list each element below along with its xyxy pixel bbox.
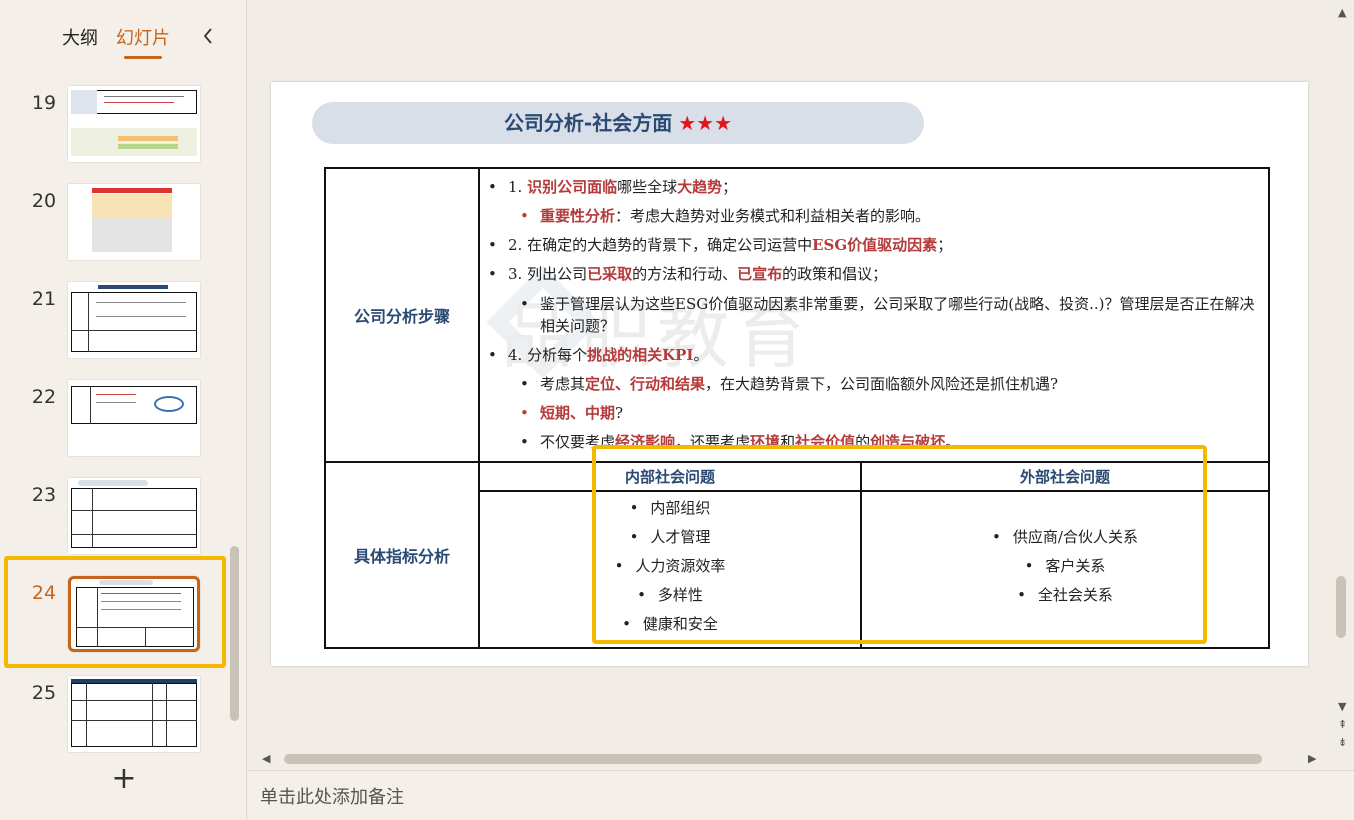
step-3-sub: 鉴于管理层认为这些ESG价值驱动因素非常重要，公司采取了哪些行动(战略、投资..… <box>488 289 1260 341</box>
plus-icon: + <box>111 761 137 796</box>
slide-thumbnail-24[interactable]: 24 <box>0 576 230 656</box>
add-slide-button[interactable]: + <box>110 764 138 796</box>
slide-thumbnail-pane: 大纲 幻灯片 19 20 21 22 23 24 25 + <box>0 0 247 820</box>
external-issues-header: 外部社会问题 <box>860 461 1270 492</box>
external-issues-list[interactable]: 供应商/合伙人关系 客户关系 全社会关系 <box>860 490 1270 649</box>
next-slide-button[interactable]: ⇟ <box>1338 736 1347 749</box>
view-tabs: 大纲 幻灯片 <box>62 24 170 60</box>
slide-thumbnail-22[interactable]: 22 <box>0 380 230 460</box>
tab-outline[interactable]: 大纲 <box>62 24 98 60</box>
step-4-sub-1: 考虑其定位、行动和结果，在大趋势背景下，公司面临额外风险还是抓住机遇? <box>488 370 1260 399</box>
previous-slide-button[interactable]: ⇞ <box>1338 718 1347 731</box>
step-2: 2. 在确定的大趋势的背景下，确定公司运营中ESG价值驱动因素； <box>488 231 1260 260</box>
slide-number: 20 <box>31 190 57 212</box>
step-4: 4. 分析每个挑战的相关KPI。 <box>488 341 1260 370</box>
row-label-indicators: 具体指标分析 <box>324 461 480 649</box>
slide-thumbnail-20[interactable]: 20 <box>0 184 230 264</box>
slide-title-text: 公司分析-社会方面 <box>503 111 673 135</box>
list-item: 健康和安全 <box>480 610 860 639</box>
scroll-right-arrow[interactable]: ▶ <box>1308 752 1316 765</box>
slide-canvas[interactable]: 品职教育 公司分析-社会方面★★★ 公司分析步骤 1. 识别公司面临哪些全球大趋… <box>271 82 1308 666</box>
slide-preview[interactable] <box>68 576 200 652</box>
slide-number: 19 <box>31 92 57 114</box>
row-label-steps: 公司分析步骤 <box>324 167 480 463</box>
analysis-table[interactable]: 公司分析步骤 1. 识别公司面临哪些全球大趋势； 重要性分析：考虑大趋势对业务模… <box>324 167 1270 649</box>
list-item: 全社会关系 <box>862 581 1268 610</box>
scroll-up-arrow[interactable]: ▲ <box>1338 6 1346 19</box>
list-item: 客户关系 <box>862 552 1268 581</box>
step-4-sub-3: 不仅要考虑经济影响，还要考虑环境和社会价值的创造与破坏。 <box>488 428 1260 457</box>
chevron-left-icon <box>203 28 212 44</box>
slide-preview[interactable] <box>68 478 200 554</box>
slide-thumbnail-21[interactable]: 21 <box>0 282 230 362</box>
slide-preview[interactable] <box>68 380 200 456</box>
notes-placeholder[interactable]: 单击此处添加备注 <box>260 783 404 809</box>
internal-issues-header: 内部社会问题 <box>478 461 862 492</box>
star-rating: ★★★ <box>678 111 733 135</box>
list-item: 供应商/合伙人关系 <box>862 523 1268 552</box>
slide-thumbnail-25[interactable]: 25 <box>0 676 230 756</box>
collapse-pane-button[interactable] <box>200 26 220 50</box>
internal-issues-list[interactable]: 内部组织 人才管理 人力资源效率 多样性 健康和安全 <box>478 490 862 649</box>
horizontal-scrollbar[interactable] <box>284 754 1262 764</box>
scroll-left-arrow[interactable]: ◀ <box>262 752 270 765</box>
tab-slides[interactable]: 幻灯片 <box>116 24 170 60</box>
step-1: 1. 识别公司面临哪些全球大趋势； <box>488 173 1260 202</box>
notes-pane[interactable]: 单击此处添加备注 <box>248 770 1354 820</box>
step-3: 3. 列出公司已采取的方法和行动、已宣布的政策和倡议； <box>488 260 1260 289</box>
slide-thumbnail-23[interactable]: 23 <box>0 478 230 558</box>
vertical-scrollbar[interactable] <box>1336 576 1346 638</box>
scroll-down-arrow[interactable]: ▼ <box>1338 700 1346 713</box>
slide-preview[interactable] <box>68 282 200 358</box>
slide-number: 25 <box>31 682 57 704</box>
slide-number: 23 <box>31 484 57 506</box>
list-item: 多样性 <box>480 581 860 610</box>
slide-number: 22 <box>31 386 57 408</box>
slide-number: 21 <box>31 288 57 310</box>
slide-preview[interactable] <box>68 184 200 260</box>
slide-thumbnail-19[interactable]: 19 <box>0 86 230 166</box>
step-4-sub-2: 短期、中期? <box>488 399 1260 428</box>
list-item: 人才管理 <box>480 523 860 552</box>
slide-preview[interactable] <box>68 86 200 162</box>
step-1-sub: 重要性分析：考虑大趋势对业务模式和利益相关者的影响。 <box>488 202 1260 231</box>
thumbnail-scrollbar[interactable] <box>230 546 239 721</box>
slide-title[interactable]: 公司分析-社会方面 ★★★ <box>312 102 924 144</box>
slide-number: 24 <box>31 582 57 604</box>
steps-cell[interactable]: 1. 识别公司面临哪些全球大趋势； 重要性分析：考虑大趋势对业务模式和利益相关者… <box>478 167 1270 463</box>
slide-preview[interactable] <box>68 676 200 752</box>
list-item: 人力资源效率 <box>480 552 860 581</box>
list-item: 内部组织 <box>480 494 860 523</box>
